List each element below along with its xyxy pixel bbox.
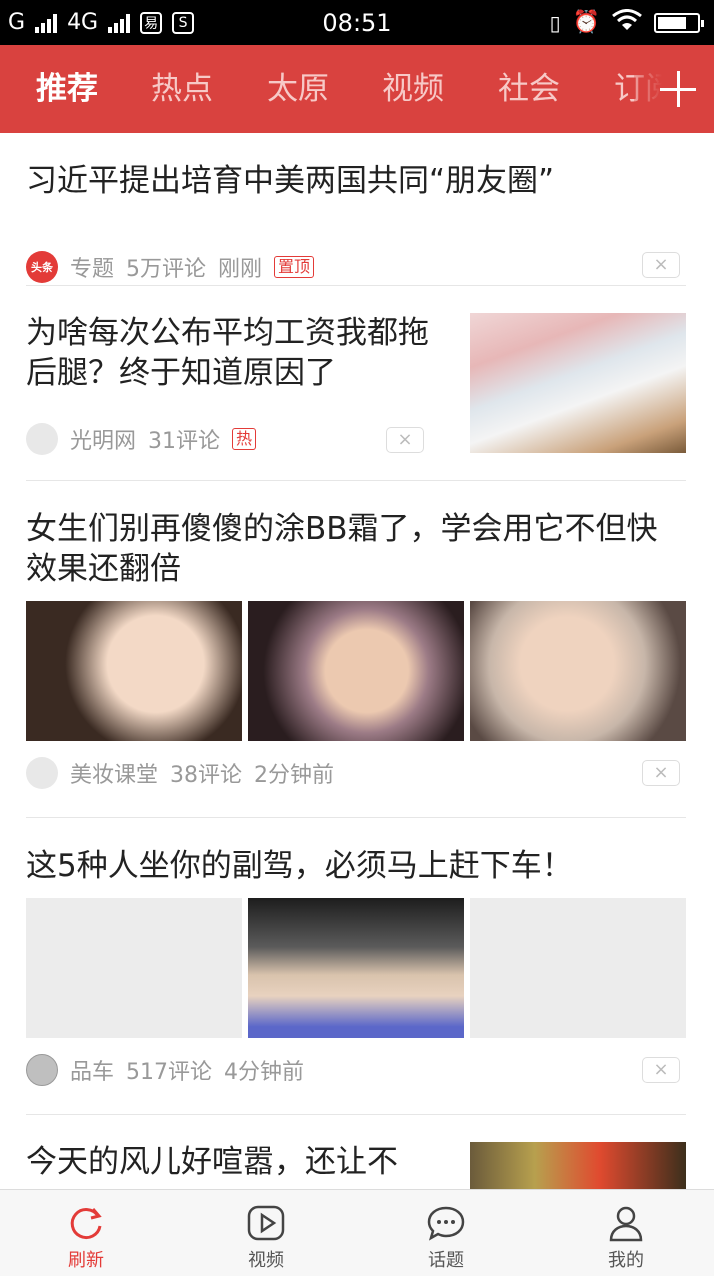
article-thumbnail[interactable]	[26, 601, 242, 741]
tab-video-bottom[interactable]: 视频	[206, 1190, 326, 1277]
alarm-icon: ⏰	[572, 10, 600, 35]
publish-time: 刚刚	[218, 257, 263, 282]
vibrate-icon: ▯	[549, 10, 561, 35]
plus-icon[interactable]	[660, 71, 696, 107]
play-icon	[247, 1205, 285, 1241]
chat-icon	[427, 1206, 465, 1241]
article-thumbnail[interactable]	[470, 898, 686, 1038]
pinned-badge: 置顶	[274, 256, 315, 278]
divider	[26, 285, 686, 286]
tab-label: 刷新	[68, 1250, 104, 1271]
divider	[26, 1114, 686, 1115]
comment-count: 38评论	[170, 763, 243, 788]
tab-hot[interactable]: 热点	[151, 45, 213, 133]
article-thumbnail[interactable]	[470, 1142, 686, 1189]
article-title[interactable]: 习近平提出培育中美两国共同“朋友圈”	[26, 161, 686, 201]
publish-time: 2分钟前	[254, 763, 335, 788]
article-title[interactable]: 今天的风儿好喧嚣，还让不	[26, 1142, 446, 1182]
tab-video[interactable]: 视频	[382, 45, 444, 133]
status-bar: G 4G 易 S 08:51 ▯ ⏰	[0, 0, 714, 45]
article-thumbnail[interactable]	[470, 601, 686, 741]
divider	[26, 817, 686, 818]
list-item[interactable]: 今天的风儿好喧嚣，还让不	[26, 1142, 686, 1189]
source-avatar	[26, 757, 58, 789]
source-avatar	[26, 423, 58, 455]
user-icon	[609, 1206, 643, 1242]
dismiss-button[interactable]: ×	[386, 427, 424, 453]
wifi-icon	[612, 8, 642, 37]
channel-nav: 推荐 热点 太原 视频 社会 订阅	[0, 45, 714, 133]
article-title[interactable]: 这5种人坐你的副驾，必须马上赶下车！	[26, 846, 686, 886]
dismiss-button[interactable]: ×	[642, 252, 680, 278]
source-name[interactable]: 品车	[70, 1054, 114, 1086]
source-name[interactable]: 专题	[70, 251, 114, 283]
source-name[interactable]: 美妆课堂	[70, 757, 158, 789]
list-item[interactable]: 为啥每次公布平均工资我都拖后腿？终于知道原因了 光明网 31评论 热 ×	[26, 313, 686, 455]
tab-label: 话题	[428, 1250, 464, 1271]
comment-count: 5万评论	[126, 257, 207, 282]
dismiss-button[interactable]: ×	[642, 760, 680, 786]
article-meta: 品车 517评论 4分钟前	[26, 1054, 304, 1086]
hot-badge: 热	[232, 428, 257, 450]
tab-label: 视频	[248, 1250, 284, 1271]
tab-label: 我的	[608, 1250, 644, 1271]
tab-taiyuan[interactable]: 太原	[267, 45, 329, 133]
divider	[26, 480, 686, 481]
comment-count: 31评论	[148, 429, 221, 454]
source-name[interactable]: 光明网	[70, 423, 136, 455]
article-title[interactable]: 为啥每次公布平均工资我都拖后腿？终于知道原因了	[26, 313, 446, 393]
article-meta: 光明网 31评论 热	[26, 423, 257, 455]
article-title[interactable]: 女生们别再傻傻的涂BB霜了，学会用它不但快效果还翻倍	[26, 509, 686, 589]
source-avatar: 头条	[26, 251, 58, 283]
status-right: ▯ ⏰	[549, 8, 704, 37]
tab-refresh[interactable]: 刷新	[26, 1190, 146, 1277]
article-thumbnail[interactable]	[26, 898, 242, 1038]
article-meta: 美妆课堂 38评论 2分钟前	[26, 757, 334, 789]
refresh-icon	[70, 1208, 102, 1240]
article-thumbnail[interactable]	[248, 601, 464, 741]
list-item[interactable]: 女生们别再傻傻的涂BB霜了，学会用它不但快效果还翻倍 美妆课堂 38评论 2分钟…	[26, 509, 686, 799]
article-meta: 头条 专题 5万评论 刚刚 置顶	[26, 251, 315, 283]
list-item[interactable]: 这5种人坐你的副驾，必须马上赶下车！ 品车 517评论 4分钟前 ×	[26, 846, 686, 1106]
tab-society[interactable]: 社会	[498, 45, 560, 133]
tab-topics[interactable]: 话题	[386, 1190, 506, 1277]
article-thumbnail[interactable]	[470, 313, 686, 453]
source-avatar	[26, 1054, 58, 1086]
battery-icon	[654, 12, 704, 33]
bottom-tab-bar: 刷新 视频 话题 我的	[0, 1189, 714, 1276]
comment-count: 517评论	[126, 1060, 213, 1085]
tab-profile[interactable]: 我的	[566, 1190, 686, 1277]
publish-time: 4分钟前	[224, 1060, 305, 1085]
dismiss-button[interactable]: ×	[642, 1057, 680, 1083]
article-thumbnail[interactable]	[248, 898, 464, 1038]
list-item[interactable]: 习近平提出培育中美两国共同“朋友圈” 头条 专题 5万评论 刚刚 置顶 ×	[26, 161, 686, 283]
tab-recommend[interactable]: 推荐	[36, 45, 98, 133]
news-feed[interactable]: 习近平提出培育中美两国共同“朋友圈” 头条 专题 5万评论 刚刚 置顶 × 为啥…	[0, 133, 714, 1189]
